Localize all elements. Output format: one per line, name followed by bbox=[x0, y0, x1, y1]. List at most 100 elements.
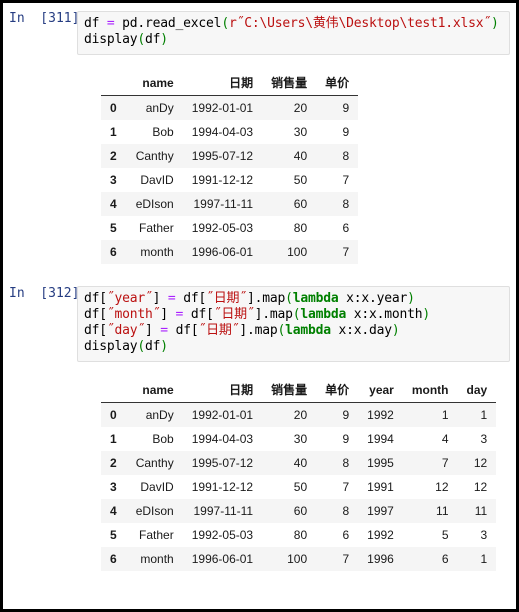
column-header: 单价 bbox=[316, 71, 359, 96]
code-token: ) bbox=[422, 307, 431, 322]
table-cell: 30 bbox=[262, 427, 317, 451]
row-index: 3 bbox=[101, 168, 127, 192]
code-token: lambda bbox=[300, 307, 347, 322]
notebook-page: In [311]: df = pd.read_excel(r˝C:\Users\… bbox=[0, 0, 519, 612]
row-index: 1 bbox=[101, 427, 127, 451]
table-cell: 20 bbox=[262, 402, 317, 427]
table-cell: month bbox=[126, 547, 183, 571]
table-cell: 1994-04-03 bbox=[182, 427, 263, 451]
code-editor-2[interactable]: df[˝year˝] = df[˝日期˝].map(lambda x:x.yea… bbox=[77, 286, 510, 362]
code-token: ) bbox=[160, 32, 168, 47]
table-row: 0 anDy 1992-01-01 20 9 bbox=[101, 95, 359, 120]
table-cell: eDIson bbox=[126, 499, 183, 523]
row-index: 5 bbox=[101, 523, 127, 547]
row-index: 3 bbox=[101, 475, 127, 499]
table-cell: 6 bbox=[316, 523, 359, 547]
table-cell: 12 bbox=[402, 475, 458, 499]
table-cell: 1996 bbox=[358, 547, 403, 571]
code-token: df[ bbox=[167, 323, 199, 338]
column-header: 单价 bbox=[316, 378, 359, 403]
column-header: name bbox=[126, 71, 183, 96]
table-cell: eDIson bbox=[126, 192, 183, 216]
code-token: df[ bbox=[84, 291, 107, 306]
output-area-1: name 日期 销售量 单价 0 anDy 1992-01-01 20 9 1 Bob 1994-0… bbox=[3, 71, 516, 264]
table-cell: 1997 bbox=[358, 499, 403, 523]
code-token: x:x.month bbox=[346, 307, 423, 322]
table-head-2: name 日期 销售量 单价 year month day bbox=[101, 378, 497, 403]
row-index: 2 bbox=[101, 451, 127, 475]
table-cell: 7 bbox=[402, 451, 458, 475]
code-token: lambda bbox=[285, 323, 331, 338]
code-editor-1[interactable]: df = pd.read_excel(r˝C:\Users\黄伟\Desktop… bbox=[77, 11, 510, 55]
table-row: 5 Father 1992-05-03 80 6 1992 5 3 bbox=[101, 523, 497, 547]
code-cell-2[interactable]: In [312]: df[˝year˝] = df[˝日期˝].map(lamb… bbox=[3, 286, 516, 362]
table-cell: 80 bbox=[262, 216, 317, 240]
spacer-after-output-1 bbox=[3, 264, 516, 286]
table-cell: 1995-07-12 bbox=[182, 451, 263, 475]
table-cell: 60 bbox=[262, 192, 317, 216]
code-token: ˝日期˝ bbox=[198, 323, 240, 338]
row-index: 1 bbox=[101, 120, 127, 144]
table-cell: 8 bbox=[316, 499, 359, 523]
table-body-1: 0 anDy 1992-01-01 20 9 1 Bob 1994-04-03 30 9 2 Cant… bbox=[101, 95, 359, 264]
table-cell: month bbox=[126, 240, 183, 264]
code-token: ].map bbox=[254, 307, 293, 322]
table-row: 4 eDIson 1997-11-11 60 8 1997 11 11 bbox=[101, 499, 497, 523]
column-header: 销售量 bbox=[262, 71, 317, 96]
row-index: 2 bbox=[101, 144, 127, 168]
code-token: pd.read_excel bbox=[114, 16, 222, 31]
code-token: lambda bbox=[292, 291, 339, 306]
column-header: day bbox=[457, 378, 497, 403]
code-content-1[interactable]: df = pd.read_excel(r˝C:\Users\黄伟\Desktop… bbox=[84, 16, 503, 48]
code-token: ] bbox=[145, 323, 161, 338]
table-cell: 9 bbox=[316, 120, 359, 144]
table-cell: 8 bbox=[316, 144, 359, 168]
table-cell: 11 bbox=[402, 499, 458, 523]
table-cell: Canthy bbox=[126, 144, 183, 168]
table-cell: 9 bbox=[316, 402, 359, 427]
table-cell: 1991-12-12 bbox=[182, 168, 263, 192]
output-gutter-2 bbox=[3, 378, 101, 571]
table-cell: DavID bbox=[126, 475, 183, 499]
table-row: 0 anDy 1992-01-01 20 9 1992 1 1 bbox=[101, 402, 497, 427]
code-token: ) bbox=[407, 291, 415, 306]
table-cell: 8 bbox=[316, 451, 359, 475]
input-prompt-2: In [312]: bbox=[9, 286, 88, 301]
table-row: 6 month 1996-06-01 100 7 bbox=[101, 240, 359, 264]
code-token: ˝month˝ bbox=[106, 307, 161, 322]
row-index: 6 bbox=[101, 547, 127, 571]
column-header: year bbox=[358, 378, 403, 403]
code-token: ˝日期˝ bbox=[213, 307, 255, 322]
row-index: 4 bbox=[101, 499, 127, 523]
table-cell: 1994-04-03 bbox=[182, 120, 263, 144]
table-cell: 100 bbox=[262, 547, 317, 571]
table-row: 3 DavID 1991-12-12 50 7 1991 12 12 bbox=[101, 475, 497, 499]
table-cell: 1997-11-11 bbox=[182, 192, 263, 216]
table-cell: anDy bbox=[126, 95, 183, 120]
code-token: ].map bbox=[239, 323, 278, 338]
code-token: x:x.year bbox=[338, 291, 408, 306]
column-header: 日期 bbox=[182, 71, 263, 96]
code-token: display bbox=[84, 339, 138, 354]
table-cell: 1991 bbox=[358, 475, 403, 499]
code-token: ) bbox=[391, 323, 400, 338]
code-content-2[interactable]: df[˝year˝] = df[˝日期˝].map(lambda x:x.yea… bbox=[84, 291, 503, 355]
row-index: 0 bbox=[101, 402, 127, 427]
table-cell: 1995 bbox=[358, 451, 403, 475]
table-cell: 1992-01-01 bbox=[182, 95, 263, 120]
code-token: = bbox=[167, 291, 176, 306]
table-header-row: name 日期 销售量 单价 year month day bbox=[101, 378, 497, 403]
code-token: = bbox=[106, 16, 115, 31]
table-cell: Father bbox=[126, 216, 183, 240]
code-cell-1[interactable]: In [311]: df = pd.read_excel(r˝C:\Users\… bbox=[3, 11, 516, 55]
table-cell: 1995-07-12 bbox=[182, 144, 263, 168]
table-cell: 9 bbox=[316, 427, 359, 451]
table-cell: 12 bbox=[457, 451, 497, 475]
table-cell: Bob bbox=[126, 120, 183, 144]
table-row: 1 Bob 1994-04-03 30 9 1994 4 3 bbox=[101, 427, 497, 451]
table-cell: 1991-12-12 bbox=[182, 475, 263, 499]
code-token: display bbox=[84, 32, 138, 47]
table-cell: 1992-05-03 bbox=[182, 216, 263, 240]
code-token: df bbox=[145, 339, 161, 354]
table-cell: 6 bbox=[402, 547, 458, 571]
